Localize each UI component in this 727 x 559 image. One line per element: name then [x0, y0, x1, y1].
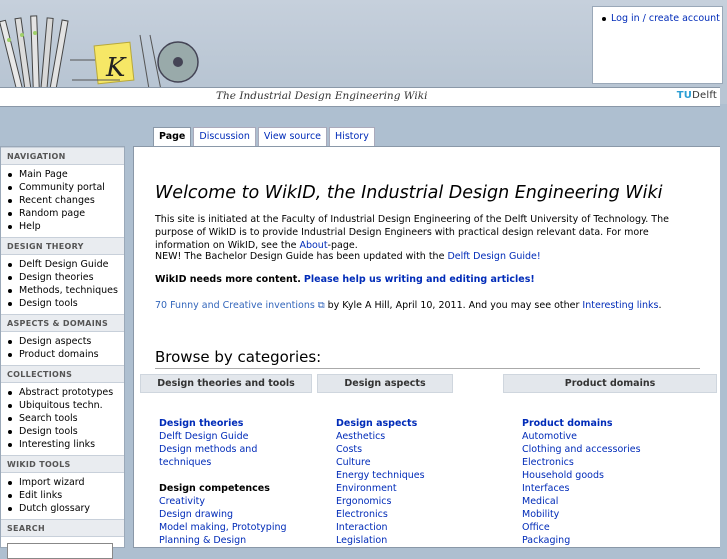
browse-heading: Browse by categories: — [155, 348, 700, 369]
category-link[interactable]: Design methods and — [159, 443, 312, 456]
sidebar-item-import-wizard[interactable]: Import wizard — [8, 476, 124, 489]
category-link[interactable]: Environment — [336, 482, 453, 495]
sidebar-item-search-tools[interactable]: Search tools — [8, 412, 124, 425]
sidebar-item-recent-changes[interactable]: Recent changes — [8, 194, 124, 207]
category-header: Design aspects — [317, 374, 453, 393]
external-end: . — [658, 300, 662, 311]
more-content-paragraph: WikID needs more content. Please help us… — [155, 273, 703, 286]
category-link[interactable]: Electronics — [522, 456, 717, 469]
sidebar-item-edit-links[interactable]: Edit links — [8, 489, 124, 502]
site-tagline: The Industrial Design Engineering Wiki — [216, 90, 428, 102]
portlet-aspects-domains: ASPECTS & DOMAINS Design aspects Product… — [1, 314, 124, 365]
logo-letter: K — [105, 53, 127, 83]
category-header: Product domains — [503, 374, 717, 393]
portlet-heading: NAVIGATION — [1, 147, 124, 165]
external-link-icon: ⧉ — [314, 300, 325, 311]
sidebar-item-abstract-prototypes[interactable]: Abstract prototypes — [8, 386, 124, 399]
category-link[interactable]: Costs — [336, 443, 453, 456]
category-group-title: Design competences — [159, 483, 270, 494]
portlet-collections: COLLECTIONS Abstract prototypes Ubiquito… — [1, 365, 124, 455]
sidebar-item-interesting-links[interactable]: Interesting links — [8, 438, 124, 451]
sidebar-item-random-page[interactable]: Random page — [8, 207, 124, 220]
category-column-domains: Product domains Product domains Automoti… — [503, 374, 717, 547]
category-link[interactable]: Electronics — [336, 508, 453, 521]
tudelft-suffix: Delft — [692, 90, 717, 101]
sidebar-item-main-page[interactable]: Main Page — [8, 168, 124, 181]
category-group-title[interactable]: Product domains — [522, 417, 717, 430]
main-content: Welcome to WikID, the Industrial Design … — [133, 146, 720, 548]
sidebar-item-methods-techniques[interactable]: Methods, techniques — [8, 284, 124, 297]
funny-inventions-link[interactable]: 70 Funny and Creative inventions — [155, 300, 315, 311]
page-tabs: Page Discussion View source History — [153, 127, 377, 148]
category-link[interactable]: Delft Design Guide — [159, 430, 312, 443]
category-link[interactable]: Legislation — [336, 534, 453, 547]
sidebar-item-design-aspects[interactable]: Design aspects — [8, 335, 124, 348]
category-link[interactable]: Medical — [522, 495, 717, 508]
category-link[interactable]: Culture — [336, 456, 453, 469]
external-text: by Kyle A Hill, April 10, 2011. And you … — [324, 300, 583, 311]
category-column-theories: Design theories and tools Design theorie… — [140, 374, 312, 547]
intro-paragraph: This site is initiated at the Faculty of… — [155, 213, 703, 252]
category-link[interactable]: Creativity — [159, 495, 312, 508]
more-content-text: WikID needs more content. — [155, 274, 301, 285]
portlet-search: SEARCH — [1, 519, 124, 559]
news-paragraph: NEW! The Bachelor Design Guide has been … — [155, 250, 703, 263]
category-link[interactable]: Household goods — [522, 469, 717, 482]
login-link[interactable]: Log in / create account — [611, 13, 720, 24]
category-link[interactable]: Model making, Prototyping — [159, 521, 312, 534]
sidebar-item-dutch-glossary[interactable]: Dutch glossary — [8, 502, 124, 515]
login-item: Log in / create account — [602, 13, 722, 24]
portlet-heading: COLLECTIONS — [1, 365, 124, 383]
sidebar-item-ubiquitous-techn[interactable]: Ubiquitous techn. — [8, 399, 124, 412]
category-link[interactable]: Clothing and accessories — [522, 443, 717, 456]
sidebar-item-delft-design-guide[interactable]: Delft Design Guide — [8, 258, 124, 271]
intro-text: This site is initiated at the Faculty of… — [155, 214, 669, 251]
tudelft-logo[interactable]: TUDelft — [677, 90, 717, 101]
portlet-heading: ASPECTS & DOMAINS — [1, 314, 124, 332]
portlet-heading: DESIGN THEORY — [1, 237, 124, 255]
portlet-heading: WIKID TOOLS — [1, 455, 124, 473]
category-link[interactable]: Interfaces — [522, 482, 717, 495]
interesting-links-link[interactable]: Interesting links — [582, 300, 658, 311]
category-link[interactable]: Automotive — [522, 430, 717, 443]
portlet-navigation: NAVIGATION Main Page Community portal Re… — [1, 147, 124, 237]
sidebar-item-design-theories[interactable]: Design theories — [8, 271, 124, 284]
category-link[interactable]: techniques — [159, 456, 312, 469]
tab-discussion[interactable]: Discussion — [193, 127, 256, 148]
category-group-title[interactable]: Design theories — [159, 417, 312, 430]
tab-page[interactable]: Page — [153, 127, 192, 148]
sidebar-item-design-tools[interactable]: Design tools — [8, 297, 124, 310]
tudelft-prefix: TU — [676, 90, 693, 101]
sidebar-item-product-domains[interactable]: Product domains — [8, 348, 124, 361]
portlet-design-theory: DESIGN THEORY Delft Design Guide Design … — [1, 237, 124, 314]
category-link[interactable]: Interaction — [336, 521, 453, 534]
tab-view-source[interactable]: View source — [257, 127, 328, 148]
news-text: NEW! The Bachelor Design Guide has been … — [155, 251, 448, 262]
personal-tools: Log in / create account — [592, 6, 723, 84]
sidebar-item-collection-design-tools[interactable]: Design tools — [8, 425, 124, 438]
external-paragraph: 70 Funny and Creative inventions ⧉ by Ky… — [155, 299, 703, 312]
category-link[interactable]: Ergonomics — [336, 495, 453, 508]
category-link[interactable]: Packaging — [522, 534, 717, 547]
sidebar-item-community-portal[interactable]: Community portal — [8, 181, 124, 194]
category-link[interactable]: Mobility — [522, 508, 717, 521]
help-writing-link[interactable]: Please help us writing and editing artic… — [304, 274, 535, 285]
category-link[interactable]: Aesthetics — [336, 430, 453, 443]
category-group-title[interactable]: Design aspects — [336, 417, 453, 430]
category-link[interactable]: Planning & Design — [159, 534, 312, 547]
sidebar-item-help[interactable]: Help — [8, 220, 124, 233]
category-header: Design theories and tools — [140, 374, 312, 393]
delft-design-guide-link[interactable]: Delft Design Guide! — [447, 251, 540, 262]
tab-history[interactable]: History — [329, 127, 375, 148]
page-title: Welcome to WikID, the Industrial Design … — [155, 183, 663, 203]
sidebar: NAVIGATION Main Page Community portal Re… — [0, 146, 125, 559]
category-column-aspects: Design aspects Design aspects Aesthetics… — [317, 374, 453, 547]
search-input[interactable] — [7, 543, 113, 559]
category-link[interactable]: Office — [522, 521, 717, 534]
portlet-heading: SEARCH — [1, 519, 124, 537]
category-link[interactable]: Design drawing — [159, 508, 312, 521]
category-link[interactable]: Energy techniques — [336, 469, 453, 482]
portlet-wikid-tools: WIKID TOOLS Import wizard Edit links Dut… — [1, 455, 124, 519]
